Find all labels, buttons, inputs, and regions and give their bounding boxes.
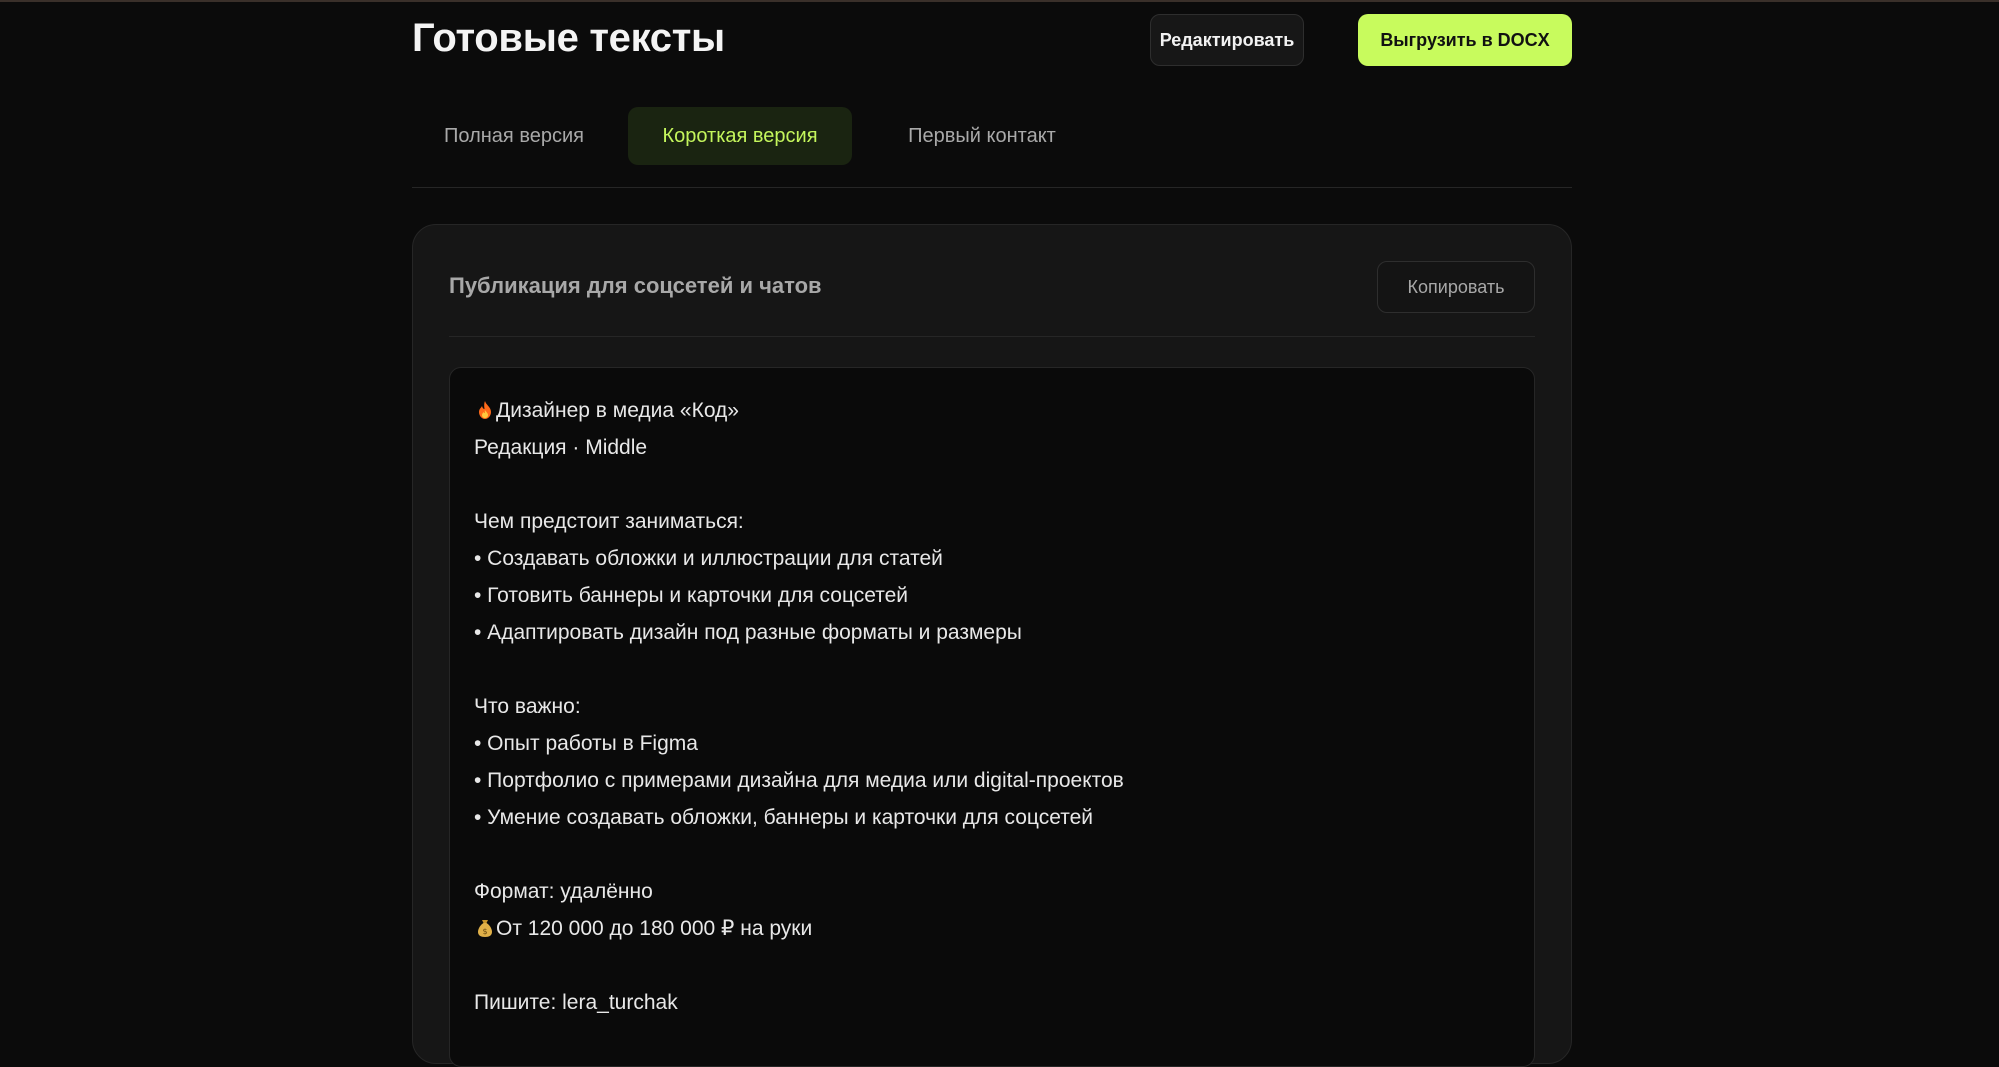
tab-short-version[interactable]: Короткая версия [628, 107, 852, 165]
page-title: Готовые тексты [412, 16, 725, 60]
post-headline: Дизайнер в медиа «Код» [496, 399, 739, 422]
page-container: Готовые тексты Редактировать Выгрузить в… [412, 0, 1572, 1067]
text-card: Публикация для соцсетей и чатов Копирова… [412, 224, 1572, 1067]
post-subline: Редакция · Middle [474, 436, 648, 459]
tabs-divider [412, 187, 1572, 188]
tab-full-version[interactable]: Полная версия [412, 107, 616, 165]
tab-first-contact[interactable]: Первый контакт [864, 107, 1100, 165]
requirement-item: • Умение создавать обложки, баннеры и ка… [474, 806, 1093, 829]
requirement-item: • Портфолио с примерами дизайна для меди… [474, 769, 1124, 792]
task-item: • Готовить баннеры и карточки для соцсет… [474, 584, 909, 607]
task-item: • Создавать обложки и иллюстрации для ст… [474, 547, 943, 570]
post-headline-line: Дизайнер в медиа «Код» [474, 392, 1510, 429]
salary-line: $ От 120 000 до 180 000 ₽ на руки [474, 910, 1510, 947]
tasks-title: Чем предстоит заниматься: [474, 510, 744, 533]
copy-button[interactable]: Копировать [1377, 261, 1535, 313]
version-tabs: Полная версия Короткая версия Первый кон… [412, 107, 1572, 165]
export-docx-button[interactable]: Выгрузить в DOCX [1358, 14, 1572, 66]
fire-icon [474, 392, 496, 429]
task-item: • Адаптировать дизайн под разные форматы… [474, 621, 1022, 644]
salary-text: От 120 000 до 180 000 ₽ на руки [496, 917, 813, 940]
page-header: Готовые тексты Редактировать Выгрузить в… [412, 14, 1572, 68]
svg-text:$: $ [482, 927, 487, 936]
money-bag-icon: $ [474, 910, 496, 947]
edit-button[interactable]: Редактировать [1150, 14, 1304, 66]
post-text-area[interactable]: Дизайнер в медиа «Код» Редакция · Middle… [449, 367, 1535, 1067]
requirements-title: Что важно: [474, 695, 581, 718]
card-title: Публикация для соцсетей и чатов [449, 273, 822, 298]
requirement-item: • Опыт работы в Figma [474, 732, 698, 755]
card-divider [449, 336, 1535, 337]
work-format: Формат: удалённо [474, 880, 653, 903]
contact-line: Пишите: lera_turchak [474, 991, 678, 1014]
